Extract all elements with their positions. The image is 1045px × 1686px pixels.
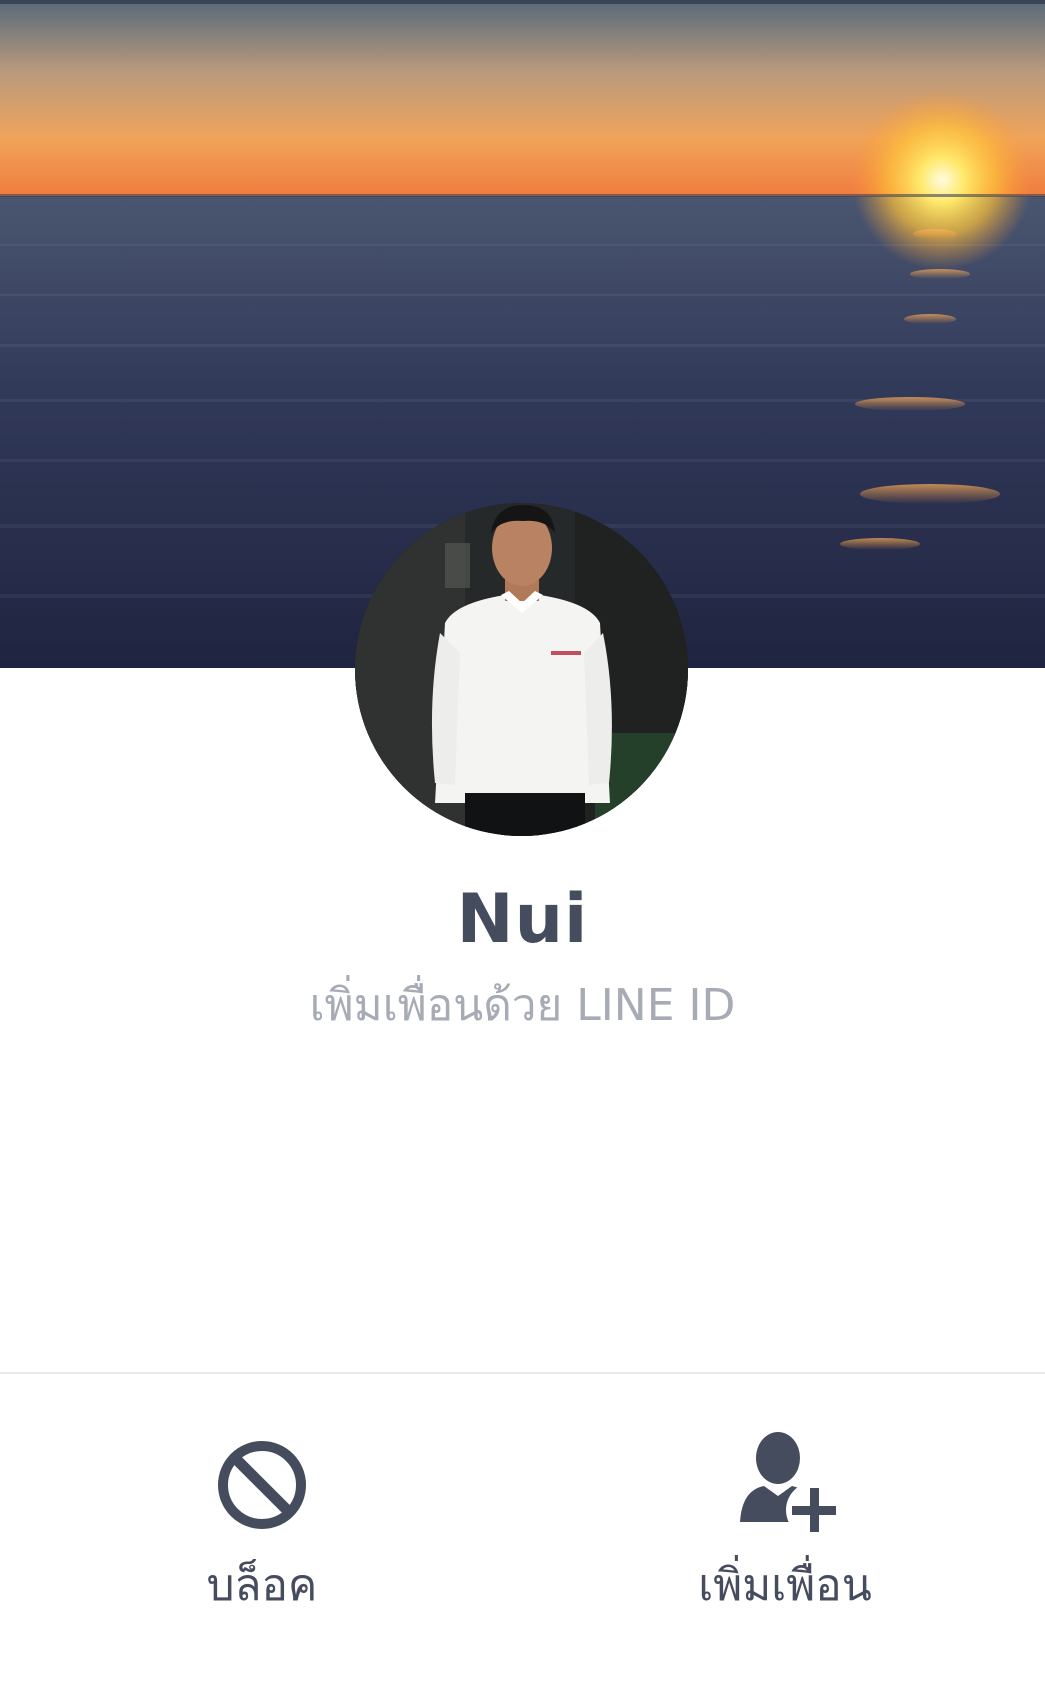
block-label: บล็อค [206,1560,318,1611]
add-by-line-id-link[interactable]: เพิ่มเพื่อนด้วย LINE ID [0,970,1045,1040]
block-icon [218,1441,306,1529]
profile-name: Nui [456,880,589,959]
add-friend-label: เพิ่มเพื่อน [698,1560,872,1611]
avatar-photo [355,503,688,836]
block-button[interactable]: บล็อค [112,1430,412,1630]
add-friend-button[interactable]: เพิ่มเพื่อน [635,1430,935,1630]
divider [0,1372,1045,1374]
add-friend-icon [740,1432,842,1538]
profile-avatar[interactable] [355,503,688,836]
